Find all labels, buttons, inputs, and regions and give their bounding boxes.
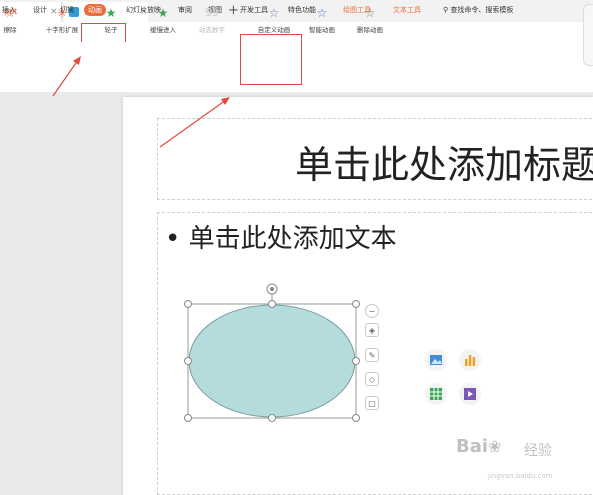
arrow-to-animation-menu-line: [52, 59, 79, 97]
arrow-to-custom-animation-line: [159, 99, 227, 148]
watermark-suffix: 经验: [524, 443, 552, 459]
annotation-arrows: [52, 56, 230, 148]
paw-icon: ❀: [488, 437, 502, 456]
arrow-to-custom-animation-head: [221, 97, 230, 105]
arrow-to-animation-menu-head: [73, 56, 81, 65]
watermark-url: jingyan.baidu.com: [488, 472, 553, 480]
baidu-watermark-logo: Bai❀: [456, 436, 502, 457]
